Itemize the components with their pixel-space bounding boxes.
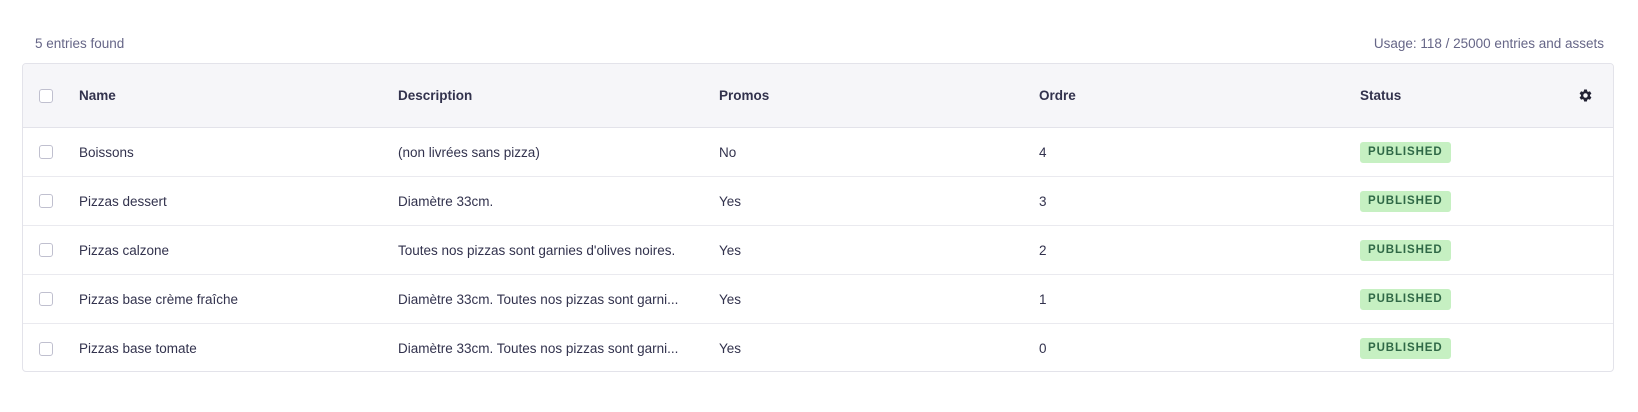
table-settings-button[interactable] bbox=[1575, 64, 1595, 127]
row-name: Pizzas calzone bbox=[79, 242, 170, 258]
row-status: PUBLISHED bbox=[1360, 177, 1560, 225]
gear-icon[interactable] bbox=[1578, 88, 1593, 103]
status-badge: PUBLISHED bbox=[1360, 141, 1451, 163]
select-all-checkbox[interactable] bbox=[39, 88, 53, 103]
row-checkbox-cell bbox=[39, 275, 55, 323]
table-header-row: Name Description Promos Ordre Status bbox=[23, 64, 1613, 128]
row-checkbox[interactable] bbox=[39, 145, 53, 159]
row-description: Diamètre 33cm. Toutes nos pizzas sont ga… bbox=[398, 275, 690, 323]
row-description: Diamètre 33cm. Toutes nos pizzas sont ga… bbox=[398, 324, 690, 371]
row-description: Diamètre 33cm. bbox=[398, 177, 690, 225]
row-checkbox[interactable] bbox=[39, 194, 53, 208]
row-ordre: 2 bbox=[1039, 242, 1047, 258]
row-description-text: (non livrées sans pizza) bbox=[398, 144, 540, 160]
row-promos: Yes bbox=[719, 291, 742, 307]
row-checkbox-cell bbox=[39, 177, 55, 225]
column-header-promos[interactable]: Promos bbox=[719, 64, 1019, 127]
row-description: Toutes nos pizzas sont garnies d'olives … bbox=[398, 226, 690, 274]
row-name: Pizzas dessert bbox=[79, 193, 167, 209]
row-checkbox-cell bbox=[39, 324, 55, 371]
table-row[interactable]: Boissons (non livrées sans pizza) No 4 P… bbox=[23, 128, 1613, 177]
row-status: PUBLISHED bbox=[1360, 226, 1560, 274]
table-row[interactable]: Pizzas base crème fraîche Diamètre 33cm.… bbox=[23, 275, 1613, 324]
row-status: PUBLISHED bbox=[1360, 275, 1560, 323]
row-name: Pizzas base tomate bbox=[79, 341, 197, 356]
row-description-text: Diamètre 33cm. Toutes nos pizzas sont ga… bbox=[398, 291, 679, 307]
usage-info: Usage: 118 / 25000 entries and assets bbox=[1373, 35, 1604, 51]
entries-count: 5 entries found bbox=[35, 35, 125, 51]
table-row[interactable]: Pizzas base tomate Diamètre 33cm. Toutes… bbox=[23, 324, 1613, 371]
column-header-description[interactable]: Description bbox=[398, 64, 690, 127]
row-ordre: 0 bbox=[1039, 341, 1047, 356]
entries-table: Name Description Promos Ordre Status Boi… bbox=[22, 63, 1614, 372]
row-name: Pizzas base crème fraîche bbox=[79, 291, 239, 307]
row-promos: Yes bbox=[719, 193, 742, 209]
row-checkbox-cell bbox=[39, 128, 55, 176]
column-header-name[interactable]: Name bbox=[79, 64, 379, 127]
row-description-text: Diamètre 33cm. bbox=[398, 193, 494, 209]
row-description: (non livrées sans pizza) bbox=[398, 128, 690, 176]
row-description-text: Toutes nos pizzas sont garnies d'olives … bbox=[398, 242, 676, 258]
status-badge: PUBLISHED bbox=[1360, 338, 1451, 359]
row-checkbox[interactable] bbox=[39, 243, 53, 257]
row-checkbox[interactable] bbox=[39, 341, 53, 356]
row-promos: Yes bbox=[719, 242, 742, 258]
row-promos: No bbox=[719, 144, 737, 160]
row-checkbox[interactable] bbox=[39, 292, 53, 306]
row-description-text: Diamètre 33cm. Toutes nos pizzas sont ga… bbox=[398, 341, 679, 356]
table-row[interactable]: Pizzas dessert Diamètre 33cm. Yes 3 PUBL… bbox=[23, 177, 1613, 226]
row-checkbox-cell bbox=[39, 226, 55, 274]
header-checkbox-cell bbox=[39, 64, 55, 127]
table-row[interactable]: Pizzas calzone Toutes nos pizzas sont ga… bbox=[23, 226, 1613, 275]
column-header-status[interactable]: Status bbox=[1360, 64, 1560, 127]
row-ordre: 3 bbox=[1039, 193, 1047, 209]
status-badge: PUBLISHED bbox=[1360, 239, 1451, 261]
row-status: PUBLISHED bbox=[1360, 128, 1560, 176]
table-summary-bar: 5 entries found Usage: 118 / 25000 entri… bbox=[35, 34, 1604, 52]
row-status: PUBLISHED bbox=[1360, 324, 1560, 371]
status-badge: PUBLISHED bbox=[1360, 190, 1451, 212]
row-ordre: 4 bbox=[1039, 144, 1047, 160]
row-ordre: 1 bbox=[1039, 291, 1047, 307]
table-body: Boissons (non livrées sans pizza) No 4 P… bbox=[23, 128, 1613, 371]
status-badge: PUBLISHED bbox=[1360, 288, 1451, 310]
row-name: Boissons bbox=[79, 144, 134, 160]
column-header-ordre[interactable]: Ordre bbox=[1039, 64, 1339, 127]
row-promos: Yes bbox=[719, 341, 742, 356]
